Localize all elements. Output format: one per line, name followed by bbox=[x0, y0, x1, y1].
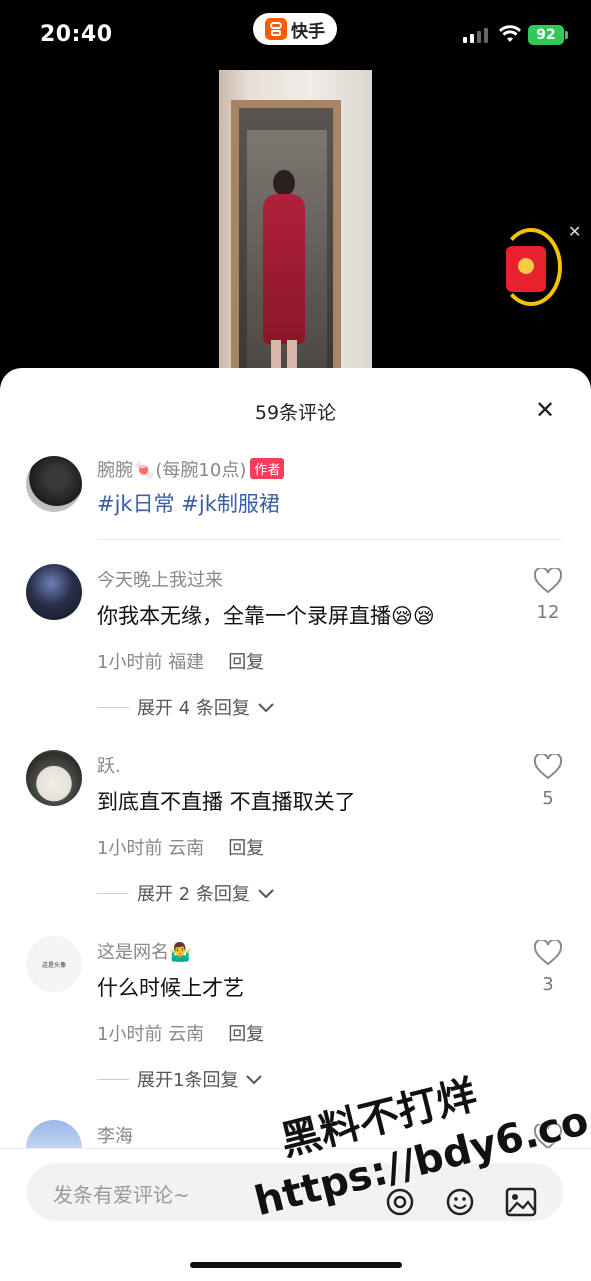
reply-button[interactable]: 回复 bbox=[228, 652, 264, 673]
comment-meta: 1小时前 云南 回复 bbox=[97, 1020, 264, 1046]
comment-location: 云南 bbox=[168, 838, 205, 859]
heart-icon[interactable] bbox=[534, 1124, 562, 1150]
red-envelope-icon bbox=[506, 246, 546, 292]
at-mention-icon[interactable] bbox=[385, 1187, 415, 1217]
comments-sheet: 59条评论 ✕ 腕腕🍬(每腕10点) 作者 #jk日常 #jk制服裙 今天晚上我过… bbox=[0, 368, 591, 1280]
red-packet-close-icon[interactable]: ✕ bbox=[568, 222, 581, 241]
expand-replies-button[interactable]: 展开 2 条回复 bbox=[97, 880, 276, 906]
comment-input-placeholder: 发条有爱评论~ bbox=[53, 1183, 190, 1207]
like-count: 5 bbox=[542, 788, 554, 809]
expand-replies-button[interactable]: 展开1条回复 bbox=[97, 1066, 264, 1092]
comment-text[interactable]: 什么时候上才艺 bbox=[97, 972, 244, 1002]
red-packet-widget[interactable] bbox=[500, 228, 566, 310]
heart-icon[interactable] bbox=[534, 568, 562, 594]
expand-label: 展开 2 条回复 bbox=[137, 884, 250, 905]
heart-icon[interactable] bbox=[534, 940, 562, 966]
comment-user-name[interactable]: 李海 bbox=[97, 1122, 133, 1148]
battery-level: 92 bbox=[536, 27, 556, 43]
app-indicator-pill[interactable]: 快手 bbox=[253, 13, 337, 45]
avatar[interactable] bbox=[26, 456, 82, 512]
like-count: 12 bbox=[536, 602, 560, 623]
cellular-signal-icon bbox=[463, 28, 488, 43]
comment-user-name[interactable]: 今天晚上我过来 bbox=[97, 566, 223, 592]
avatar[interactable] bbox=[26, 750, 82, 806]
comment-location: 福建 bbox=[168, 652, 205, 673]
heart-icon[interactable] bbox=[534, 754, 562, 780]
comment-meta: 1小时前 福建 回复 bbox=[97, 648, 264, 674]
comment-text[interactable]: 你我本无缘，全靠一个录屏直播😪😪 bbox=[97, 600, 435, 630]
video-figure bbox=[259, 170, 309, 370]
divider bbox=[97, 539, 563, 540]
chevron-down-icon bbox=[258, 703, 274, 713]
comment-location: 云南 bbox=[168, 1024, 205, 1045]
comment-user-name[interactable]: 这是网名🤷‍♂️ bbox=[97, 938, 191, 964]
author-post: 腕腕🍬(每腕10点) 作者 #jk日常 #jk制服裙 bbox=[26, 456, 566, 538]
home-indicator bbox=[190, 1262, 402, 1268]
avatar-text: 这是头像 bbox=[41, 961, 66, 969]
comment-user-name[interactable]: 跃. bbox=[97, 752, 121, 778]
status-time: 20:40 bbox=[40, 22, 113, 47]
author-badge: 作者 bbox=[250, 458, 285, 479]
comments-title: 59条评论 bbox=[254, 402, 337, 424]
comment-input[interactable]: 发条有爱评论~ bbox=[27, 1163, 563, 1221]
reply-button[interactable]: 回复 bbox=[228, 838, 264, 859]
chevron-down-icon bbox=[258, 889, 274, 899]
author-hashtags[interactable]: #jk日常 #jk制服裙 bbox=[97, 488, 280, 518]
emoji-icon[interactable] bbox=[445, 1187, 475, 1217]
expand-label: 展开1条回复 bbox=[137, 1070, 239, 1091]
chevron-down-icon bbox=[246, 1075, 263, 1085]
wifi-icon bbox=[499, 25, 521, 42]
author-name-text: 腕腕🍬(每腕10点) bbox=[97, 460, 247, 481]
comment-time: 1小时前 bbox=[97, 1024, 163, 1045]
kuaishou-logo-icon bbox=[265, 18, 287, 40]
battery-indicator: 92 bbox=[528, 25, 568, 45]
app-name: 快手 bbox=[291, 21, 325, 42]
comment-time: 1小时前 bbox=[97, 838, 163, 859]
expand-line bbox=[97, 706, 129, 708]
author-name[interactable]: 腕腕🍬(每腕10点) 作者 bbox=[97, 456, 285, 482]
avatar[interactable]: 这是头像 bbox=[26, 936, 82, 992]
expand-line bbox=[97, 1078, 129, 1080]
expand-label: 展开 4 条回复 bbox=[137, 698, 250, 719]
expand-line bbox=[97, 892, 129, 894]
comment-meta: 1小时前 云南 回复 bbox=[97, 834, 264, 860]
like-count: 3 bbox=[542, 974, 554, 995]
comment-time: 1小时前 bbox=[97, 652, 163, 673]
image-icon[interactable] bbox=[505, 1187, 537, 1217]
reply-button[interactable]: 回复 bbox=[228, 1024, 264, 1045]
close-icon[interactable]: ✕ bbox=[535, 398, 555, 422]
comment-text[interactable]: 到底直不直播 不直播取关了 bbox=[97, 786, 356, 816]
video-preview[interactable] bbox=[219, 70, 372, 370]
expand-replies-button[interactable]: 展开 4 条回复 bbox=[97, 694, 276, 720]
status-bar: 20:40 快手 92 bbox=[0, 0, 591, 70]
avatar[interactable] bbox=[26, 564, 82, 620]
